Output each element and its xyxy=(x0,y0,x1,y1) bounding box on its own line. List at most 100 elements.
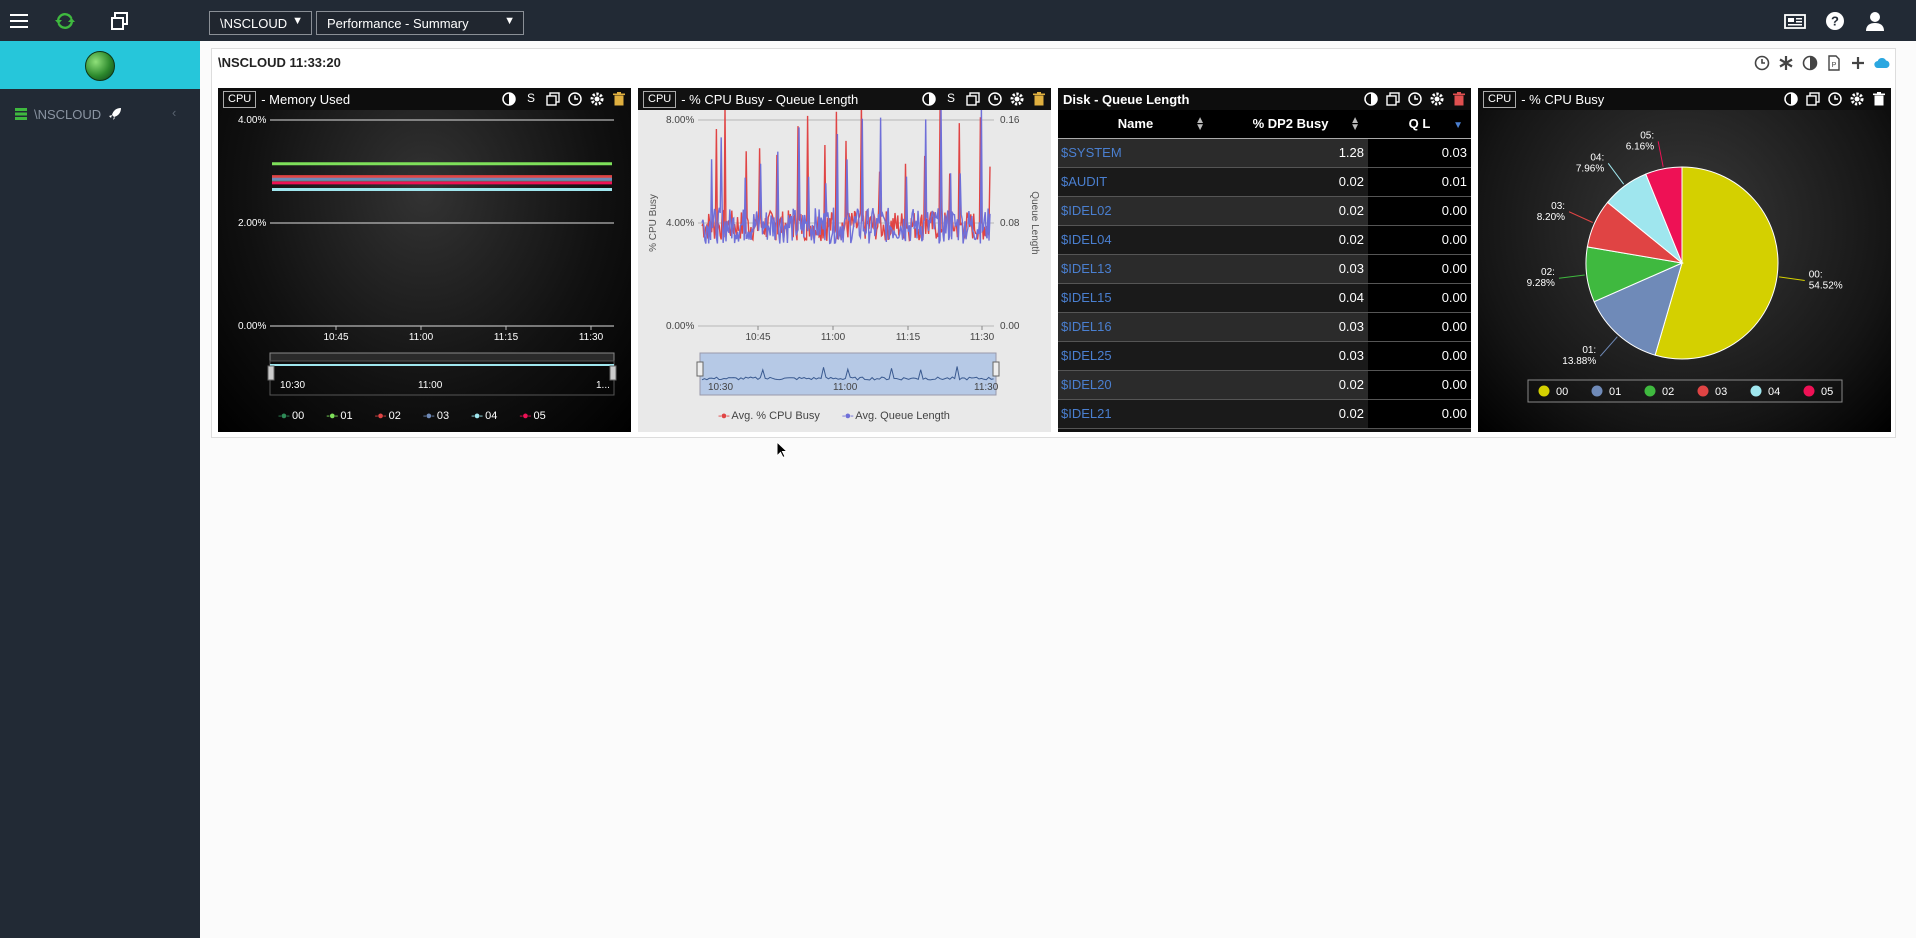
disk-name-cell[interactable]: $IDEL04 xyxy=(1058,225,1213,255)
queue-length-cell: 0.00 xyxy=(1368,370,1471,400)
frame-toolbar: P xyxy=(1753,54,1891,72)
table-row[interactable]: $IDEL16 0.03 0.00 xyxy=(1058,312,1471,342)
cloud-icon[interactable] xyxy=(1873,54,1891,72)
disk-name-cell[interactable]: $IDEL13 xyxy=(1058,254,1213,284)
table-row[interactable]: $IDEL20 0.02 0.00 xyxy=(1058,370,1471,400)
contrast-icon[interactable] xyxy=(1783,91,1799,107)
copy-icon[interactable] xyxy=(545,91,561,107)
legend-label-01: 01 xyxy=(1609,386,1621,398)
disk-table: Name ▲ ▼ % DP2 Busy ▲ ▼ Q L ▼ $SYSTEM 1.28 0.03… xyxy=(1058,110,1471,429)
disk-name-cell[interactable]: $IDEL25 xyxy=(1058,341,1213,371)
navigator-scrollbar xyxy=(269,352,615,362)
pie-data-label: 00: xyxy=(1809,270,1823,281)
clock-icon[interactable] xyxy=(987,91,1003,107)
pdf-file-icon[interactable]: P xyxy=(1825,54,1843,72)
contrast-icon[interactable] xyxy=(921,91,937,107)
y-tick-label: 0.00% xyxy=(666,321,694,332)
column-header-ql[interactable]: Q L ▼ xyxy=(1368,110,1471,139)
legend-item-queue-length[interactable]: -●- Avg. Queue Length xyxy=(842,410,950,422)
trash-icon[interactable] xyxy=(1871,91,1887,107)
user-icon[interactable] xyxy=(1864,10,1886,32)
queue-length-cell: 0.00 xyxy=(1368,399,1471,429)
disk-name-cell[interactable]: $AUDIT xyxy=(1058,167,1213,197)
copy-icon[interactable] xyxy=(965,91,981,107)
disk-name-cell[interactable]: $IDEL02 xyxy=(1058,196,1213,226)
legend-item-02[interactable]: -●- 02 xyxy=(375,410,401,422)
x-tick-label: 11:15 xyxy=(896,332,921,343)
legend-item-00[interactable]: -●- 00 xyxy=(278,410,304,422)
widget-toolbar: S xyxy=(921,91,1047,107)
table-header-row: Name ▲ ▼ % DP2 Busy ▲ ▼ Q L ▼ xyxy=(1058,110,1471,139)
chevron-down-icon: ▼ xyxy=(292,15,303,27)
table-row[interactable]: $IDEL02 0.02 0.00 xyxy=(1058,196,1471,226)
cpu-busy-pie-widget: CPU - % CPU Busy 00: 54.52% 01: 13.88% 02: 9.… xyxy=(1478,88,1891,432)
legend-swatch-02 xyxy=(1644,385,1656,397)
sort-icon: ▲ ▼ xyxy=(1195,115,1205,133)
legend-item-03[interactable]: -●- 03 xyxy=(423,410,449,422)
legend-item-05[interactable]: -●- 05 xyxy=(519,410,545,422)
table-row[interactable]: $AUDIT 0.02 0.01 xyxy=(1058,167,1471,197)
pie-data-label: 9.28% xyxy=(1527,278,1555,289)
hamburger-menu-icon[interactable] xyxy=(8,10,30,32)
navigator-handle-left xyxy=(267,365,275,381)
server-rack-icon xyxy=(14,107,28,121)
gear-icon[interactable] xyxy=(589,91,605,107)
legend-swatch-03 xyxy=(1697,385,1709,397)
cpu-queue-chart[interactable]: 8.00% 0.16 4.00% 0.08 0.00% 0.00 % CPU Busy Que… xyxy=(638,110,1051,432)
memory-legend: -●- 00 -●- 01 -●- 02 -●- 03 -●- 04 -●- 05 xyxy=(278,410,546,422)
disk-name-cell[interactable]: $IDEL21 xyxy=(1058,399,1213,429)
column-header-name[interactable]: Name ▲ ▼ xyxy=(1058,110,1213,139)
legend-item-cpu-busy[interactable]: -●- Avg. % CPU Busy xyxy=(718,410,820,422)
clock-icon[interactable] xyxy=(1407,91,1423,107)
table-row[interactable]: $IDEL21 0.02 0.00 xyxy=(1058,399,1471,429)
memory-chart[interactable]: 4.00% 2.00% 0.00% 10:45 11:00 11:15 11:30 10:30… xyxy=(218,110,631,432)
table-row[interactable]: $IDEL25 0.03 0.00 xyxy=(1058,341,1471,371)
y-tick-label: 8.00% xyxy=(666,115,694,126)
clock-icon[interactable] xyxy=(1827,91,1843,107)
add-icon[interactable] xyxy=(1849,54,1867,72)
contrast-icon[interactable] xyxy=(1363,91,1379,107)
copy-icon[interactable] xyxy=(1385,91,1401,107)
disk-name-cell[interactable]: $IDEL16 xyxy=(1058,312,1213,342)
trash-icon[interactable] xyxy=(1451,91,1467,107)
disk-queue-widget: Disk - Queue Length Name ▲ ▼ % DP2 Busy ▲ ▼ … xyxy=(1058,88,1471,432)
dollar-s-icon[interactable]: S xyxy=(523,91,539,107)
windows-copy-icon[interactable] xyxy=(109,10,131,32)
copy-icon[interactable] xyxy=(1805,91,1821,107)
disk-name-cell[interactable]: $SYSTEM xyxy=(1058,138,1213,168)
y2-tick-label: 0.16 xyxy=(1000,115,1020,126)
sidebar-item-nscloud[interactable]: \NSCLOUD xyxy=(14,104,123,124)
trash-icon[interactable] xyxy=(1031,91,1047,107)
gear-icon[interactable] xyxy=(1009,91,1025,107)
table-row[interactable]: $IDEL13 0.03 0.00 xyxy=(1058,254,1471,284)
contrast-icon[interactable] xyxy=(501,91,517,107)
trash-icon[interactable] xyxy=(611,91,627,107)
dollar-s-icon[interactable]: S xyxy=(943,91,959,107)
cpu-busy-pie-chart[interactable]: 00:54.52% 01:13.88% 02:9.28% 03:8.20% 04:7.9… xyxy=(1478,110,1891,432)
newspaper-icon[interactable] xyxy=(1784,10,1806,32)
gear-icon[interactable] xyxy=(1429,91,1445,107)
refresh-icon[interactable] xyxy=(54,10,76,32)
table-row[interactable]: $IDEL04 0.02 0.00 xyxy=(1058,225,1471,255)
table-row[interactable]: $SYSTEM 1.28 0.03 xyxy=(1058,138,1471,168)
view-select[interactable]: Performance - Summary ▼ xyxy=(316,11,524,35)
disk-name-cell[interactable]: $IDEL15 xyxy=(1058,283,1213,313)
clock-icon[interactable] xyxy=(567,91,583,107)
column-header-dp2-busy[interactable]: % DP2 Busy ▲ ▼ xyxy=(1213,110,1368,139)
help-icon[interactable]: ? xyxy=(1824,10,1846,32)
collapse-chevron-icon[interactable]: ‹ xyxy=(172,105,176,120)
legend-item-04[interactable]: -●- 04 xyxy=(471,410,497,422)
dp2-busy-cell: 1.28 xyxy=(1213,138,1368,168)
rocket-icon xyxy=(107,106,123,122)
globe-icon xyxy=(85,51,115,81)
system-select[interactable]: \NSCLOUD ▼ xyxy=(209,11,312,35)
pie-connector xyxy=(1778,276,1805,282)
asterisk-icon[interactable] xyxy=(1777,54,1795,72)
disk-name-cell[interactable]: $IDEL20 xyxy=(1058,370,1213,400)
sidebar: \NSCLOUD ‹ xyxy=(0,41,200,938)
table-row[interactable]: $IDEL15 0.04 0.00 xyxy=(1058,283,1471,313)
legend-item-01[interactable]: -●- 01 xyxy=(326,410,352,422)
gear-icon[interactable] xyxy=(1849,91,1865,107)
clock-icon[interactable] xyxy=(1753,54,1771,72)
contrast-icon[interactable] xyxy=(1801,54,1819,72)
